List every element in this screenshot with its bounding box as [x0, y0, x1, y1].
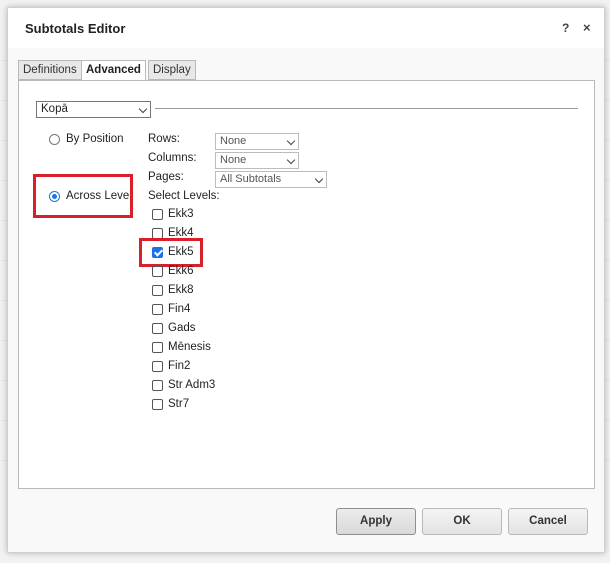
- level-checkbox-ekk3[interactable]: Ekk3: [152, 208, 194, 220]
- rows-select[interactable]: None: [215, 133, 299, 150]
- by-position-label: By Position: [66, 133, 124, 145]
- across-level-highlight: [33, 174, 133, 218]
- level-label: Gads: [168, 322, 196, 334]
- level-label: Ekk3: [168, 208, 194, 220]
- dialog-title: Subtotals Editor: [25, 21, 126, 36]
- cancel-button[interactable]: Cancel: [508, 508, 588, 535]
- select-levels-label: Select Levels:: [148, 190, 220, 202]
- chevron-down-icon: [138, 104, 148, 114]
- columns-select-value: None: [220, 154, 247, 166]
- columns-select[interactable]: None: [215, 152, 299, 169]
- level-checkbox-fin2[interactable]: Fin2: [152, 360, 190, 372]
- level-label: Str Adm3: [168, 379, 216, 391]
- close-icon[interactable]: ×: [583, 20, 591, 35]
- tab-display[interactable]: Display: [148, 60, 196, 80]
- level-label: Ekk6: [168, 265, 194, 277]
- tab-advanced[interactable]: Advanced: [81, 60, 146, 81]
- level-label: Str7: [168, 398, 190, 410]
- level-checkbox-ekk8[interactable]: Ekk8: [152, 284, 194, 296]
- level-label: Ekk8: [168, 284, 194, 296]
- chevron-down-icon: [314, 174, 324, 184]
- level-checkbox-gads[interactable]: Gads: [152, 322, 196, 334]
- ekk5-highlight: [139, 238, 203, 267]
- level-label: Fin4: [168, 303, 191, 315]
- by-position-option[interactable]: By Position: [49, 133, 124, 145]
- checkbox[interactable]: [152, 379, 163, 391]
- tab-definitions[interactable]: Definitions: [18, 60, 82, 80]
- level-label: Mēnesis: [168, 341, 211, 353]
- columns-label: Columns:: [148, 152, 197, 164]
- help-icon[interactable]: ?: [562, 21, 569, 35]
- subtotal-select-value: Kopā: [41, 103, 68, 115]
- level-checkbox-str-adm3[interactable]: Str Adm3: [152, 379, 215, 391]
- checkbox[interactable]: [152, 265, 163, 277]
- rows-select-value: None: [220, 135, 247, 147]
- checkbox[interactable]: [152, 284, 163, 296]
- ok-button[interactable]: OK: [422, 508, 502, 535]
- checkbox[interactable]: [152, 322, 163, 334]
- rows-label: Rows:: [148, 133, 180, 145]
- level-checkbox-ekk6[interactable]: Ekk6: [152, 265, 194, 277]
- chevron-down-icon: [286, 136, 296, 146]
- level-checkbox-fin4[interactable]: Fin4: [152, 303, 190, 315]
- section-divider: [155, 108, 578, 109]
- checkbox[interactable]: [152, 360, 163, 372]
- by-position-radio[interactable]: [49, 133, 60, 145]
- chevron-down-icon: [286, 155, 296, 165]
- pages-select-value: All Subtotals: [220, 173, 282, 185]
- checkbox[interactable]: [152, 227, 163, 239]
- advanced-panel: Kopā By Position Across Level Rows: None…: [18, 80, 595, 489]
- checkbox[interactable]: [152, 341, 163, 353]
- checkbox[interactable]: [152, 303, 163, 315]
- checkbox[interactable]: [152, 398, 163, 410]
- apply-button[interactable]: Apply: [336, 508, 416, 535]
- level-checkbox-str7[interactable]: Str7: [152, 398, 189, 410]
- level-label: Fin2: [168, 360, 191, 372]
- subtotals-editor-dialog: Subtotals Editor ? × Definitions Advance…: [7, 7, 605, 553]
- pages-select[interactable]: All Subtotals: [215, 171, 327, 188]
- checkbox[interactable]: [152, 208, 163, 220]
- subtotal-select[interactable]: Kopā: [36, 101, 151, 118]
- dialog-titlebar: Subtotals Editor ? ×: [8, 8, 604, 48]
- pages-label: Pages:: [148, 171, 184, 183]
- level-checkbox-menesis[interactable]: Mēnesis: [152, 341, 211, 353]
